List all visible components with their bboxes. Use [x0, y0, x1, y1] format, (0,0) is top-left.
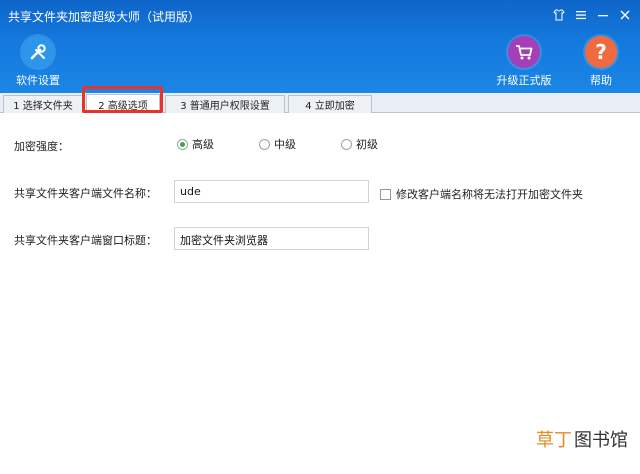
upgrade-label: 升级正式版 [496, 74, 552, 87]
strength-medium-radio[interactable]: 中级 [259, 136, 296, 152]
modify-name-checkbox[interactable]: 修改客户端名称将无法打开加密文件夹 [380, 186, 583, 202]
cart-icon [508, 36, 540, 68]
radio-checked-icon [177, 138, 188, 150]
strength-high-label: 高级 [192, 138, 214, 151]
window-title-label: 共享文件夹客户端窗口标题： [14, 234, 157, 247]
strength-high-radio[interactable]: 高级 [177, 136, 214, 152]
advanced-options-panel: 加密强度： 高级 中级 初级 共享文件夹客户端文件名称： ude 修改客户端名称… [0, 114, 640, 474]
strength-low-radio[interactable]: 初级 [341, 136, 378, 152]
tab-user-permissions[interactable]: 3 普通用户权限设置 [165, 95, 285, 113]
window-controls [550, 6, 634, 24]
settings-button[interactable]: 软件设置 [8, 36, 68, 88]
help-button[interactable]: ? 帮助 [571, 36, 631, 88]
app-window: 共享文件夹加密超级大师（试用版） 软件设置 升级正式版 ? 帮助 1 选择文件夹… [0, 0, 640, 474]
wrench-icon [22, 36, 54, 68]
menu-icon[interactable] [572, 6, 590, 24]
watermark-text-b: 图书馆 [574, 430, 628, 451]
watermark-text-a: 草丁 [536, 430, 572, 451]
strength-medium-label: 中级 [274, 138, 296, 151]
upgrade-button[interactable]: 升级正式版 [494, 36, 554, 88]
skin-icon[interactable] [550, 6, 568, 24]
client-name-input[interactable]: ude [174, 180, 369, 203]
radio-unchecked-icon [259, 138, 270, 150]
watermark: 草丁 图书馆 [536, 426, 628, 452]
radio-unchecked-icon [341, 138, 352, 150]
checkbox-icon [380, 188, 391, 200]
tab-advanced-options[interactable]: 2 高级选项 [86, 94, 160, 113]
client-name-label: 共享文件夹客户端文件名称： [14, 187, 157, 200]
minimize-icon[interactable] [594, 6, 612, 24]
tab-encrypt-now[interactable]: 4 立即加密 [288, 95, 372, 113]
close-icon[interactable] [616, 6, 634, 24]
tab-select-folder[interactable]: 1 选择文件夹 [3, 95, 83, 113]
header-bar: 共享文件夹加密超级大师（试用版） 软件设置 升级正式版 ? 帮助 [0, 0, 640, 93]
window-title: 共享文件夹加密超级大师（试用版） [8, 10, 201, 24]
window-title-input[interactable]: 加密文件夹浏览器 [174, 227, 369, 250]
tab-bar: 1 选择文件夹 2 高级选项 3 普通用户权限设置 4 立即加密 [0, 93, 640, 113]
settings-label: 软件设置 [16, 74, 60, 87]
help-label: 帮助 [590, 74, 612, 87]
modify-name-label: 修改客户端名称将无法打开加密文件夹 [396, 188, 583, 201]
strength-label: 加密强度： [14, 140, 69, 153]
strength-low-label: 初级 [356, 138, 378, 151]
help-icon: ? [585, 36, 617, 68]
